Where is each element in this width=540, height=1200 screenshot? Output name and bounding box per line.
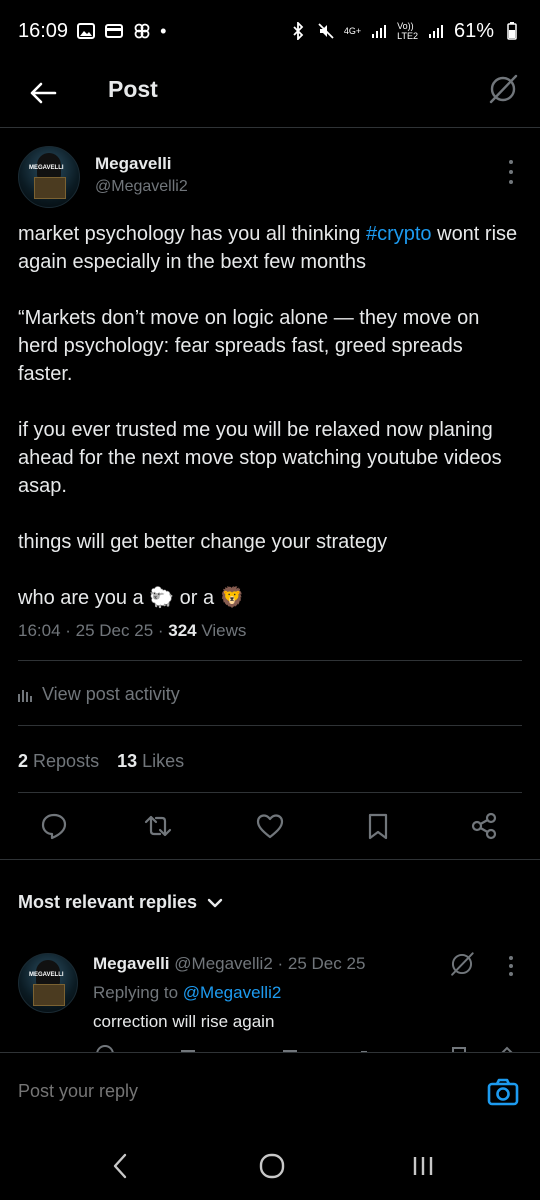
author-avatar[interactable]: MEGAVELLI xyxy=(18,146,80,208)
divider xyxy=(18,725,522,726)
signal-2-icon xyxy=(426,21,446,41)
like-icon xyxy=(256,814,284,839)
nav-recents-icon xyxy=(413,1157,433,1175)
battery-level: 61% xyxy=(453,19,494,42)
page-title: Post xyxy=(108,76,158,102)
divider xyxy=(18,660,522,661)
reply-header: Megavelli @Megavelli2 · 25 Dec 25 xyxy=(93,954,365,974)
reply-actions-peek xyxy=(96,1045,513,1052)
grok-icon xyxy=(451,952,474,976)
post-activity-link[interactable]: View post activity xyxy=(18,684,180,705)
author-handle[interactable]: @Megavelli2 xyxy=(95,178,188,196)
reply-composer xyxy=(0,1052,540,1130)
post-stats: 2 Reposts 13 Likes xyxy=(18,751,184,772)
nav-back-button[interactable] xyxy=(100,1148,140,1184)
gallery-notification-icon xyxy=(76,21,96,41)
status-bar: 16:09 • 4G+ Vo)) LTE2 61% xyxy=(0,0,540,62)
system-nav-bar xyxy=(0,1130,540,1200)
app-notification-icon xyxy=(132,21,152,41)
avatar-logo-text: MEGAVELLI xyxy=(29,972,64,978)
back-button[interactable] xyxy=(26,76,60,110)
post-more-button[interactable] xyxy=(506,160,516,184)
reposts-stat[interactable]: 2 Reposts xyxy=(18,751,99,772)
views-count: 324 xyxy=(168,621,197,640)
likes-label: Likes xyxy=(142,751,185,771)
status-time: 16:09 xyxy=(18,19,69,42)
post-body-text-2: wont rise again especially in the bext f… xyxy=(18,223,518,609)
nav-recents-button[interactable] xyxy=(403,1148,443,1184)
reply-more-button[interactable] xyxy=(508,956,514,976)
reply-author-name[interactable]: Megavelli xyxy=(93,954,170,973)
battery-icon xyxy=(502,21,522,41)
avatar-book xyxy=(34,177,66,199)
likes-stat[interactable]: 13 Likes xyxy=(117,751,184,772)
bookmark-button[interactable] xyxy=(360,808,396,844)
status-left: 16:09 • xyxy=(18,20,166,43)
chevron-down-icon xyxy=(207,898,223,907)
replies-sort-dropdown[interactable]: Most relevant replies xyxy=(18,892,223,913)
volte-label: Vo)) LTE2 xyxy=(397,21,418,41)
replying-prefix: Replying to xyxy=(93,983,183,1002)
camera-icon xyxy=(487,1078,519,1106)
nav-back-icon xyxy=(113,1153,127,1179)
replying-to: Replying to @Megavelli2 xyxy=(93,983,281,1003)
status-right: 4G+ Vo)) LTE2 61% xyxy=(288,20,522,43)
reply-button[interactable] xyxy=(36,808,72,844)
nav-home-button[interactable] xyxy=(252,1148,292,1184)
nav-home-icon xyxy=(259,1153,285,1179)
repost-icon xyxy=(144,815,172,837)
wallet-notification-icon xyxy=(104,21,124,41)
bookmark-icon xyxy=(368,813,388,840)
share-icon xyxy=(471,812,497,840)
reply-grok-button[interactable] xyxy=(448,950,476,978)
avatar-book xyxy=(33,984,65,1006)
post-actions xyxy=(0,808,540,852)
reposts-label: Reposts xyxy=(33,751,100,771)
replies-heading: Most relevant replies xyxy=(18,892,198,912)
bluetooth-icon xyxy=(288,21,308,41)
grok-icon xyxy=(489,74,518,104)
post-meta: 16:04 · 25 Dec 25 · 324 Views xyxy=(18,621,246,641)
network-type: 4G+ xyxy=(343,26,362,36)
post-body-text-1: market psychology has you all thinking xyxy=(18,223,366,245)
activity-label: View post activity xyxy=(42,684,180,704)
more-icon xyxy=(509,956,513,960)
analytics-icon xyxy=(18,689,32,702)
divider xyxy=(0,859,540,860)
reply-input[interactable] xyxy=(18,1081,438,1102)
reply-text: correction will rise again xyxy=(93,1012,275,1031)
camera-button[interactable] xyxy=(486,1075,520,1109)
replying-to-link[interactable]: @Megavelli2 xyxy=(183,983,282,1002)
top-app-bar: Post xyxy=(0,62,540,128)
hashtag-link[interactable]: #crypto xyxy=(366,223,432,245)
reply-icon xyxy=(41,813,67,840)
lte-text: LTE2 xyxy=(397,31,418,41)
reply-author-handle-date: @Megavelli2 · 25 Dec 25 xyxy=(169,954,366,973)
post-timestamp[interactable]: 16:04 · 25 Dec 25 · xyxy=(18,621,168,640)
divider xyxy=(18,792,522,793)
back-arrow-icon xyxy=(30,82,57,104)
more-notifications-dot: • xyxy=(160,20,167,41)
views-label: Views xyxy=(196,621,247,640)
post-body: market psychology has you all thinking #… xyxy=(18,220,518,612)
grok-button[interactable] xyxy=(486,72,520,106)
author-name[interactable]: Megavelli xyxy=(95,154,172,174)
like-button[interactable] xyxy=(252,808,288,844)
reply-item[interactable]: MEGAVELLI Megavelli @Megavelli2 · 25 Dec… xyxy=(0,950,540,1052)
reposts-count: 2 xyxy=(18,751,29,771)
avatar-logo-text: MEGAVELLI xyxy=(29,165,64,171)
signal-icon xyxy=(369,21,389,41)
volte-text: Vo)) xyxy=(397,21,414,31)
repost-button[interactable] xyxy=(140,808,176,844)
more-icon xyxy=(509,160,513,164)
share-button[interactable] xyxy=(466,808,502,844)
mute-icon xyxy=(316,21,336,41)
likes-count: 13 xyxy=(117,751,138,771)
reply-author-avatar[interactable]: MEGAVELLI xyxy=(18,953,78,1013)
